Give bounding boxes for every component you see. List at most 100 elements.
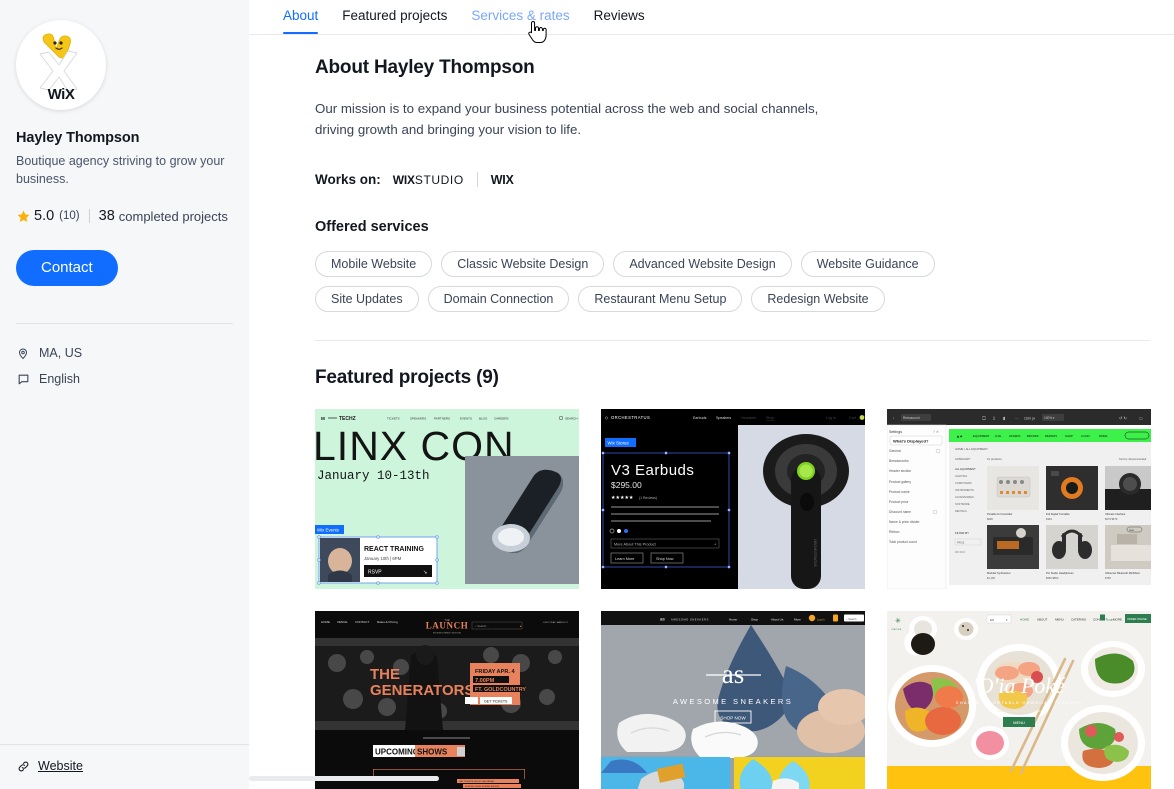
svg-text:↺ ↻: ↺ ↻ bbox=[1119, 416, 1127, 421]
svg-text:HOME: HOME bbox=[321, 620, 330, 624]
svg-text:Ribbon: Ribbon bbox=[889, 530, 900, 534]
svg-text:RENTALS: RENTALS bbox=[955, 509, 967, 513]
svg-text:LAUNCH: LAUNCH bbox=[426, 621, 469, 631]
project-card-editor-store[interactable]: ‹ Retrosound 🖵 ▯ ▮ — 1160 px 100% ▾ ↺ ↻ … bbox=[887, 409, 1151, 590]
svg-text:SPEAKERS: SPEAKERS bbox=[410, 417, 426, 421]
svg-text:Headsets: Headsets bbox=[741, 416, 756, 420]
svg-text:LOGIN: LOGIN bbox=[1081, 434, 1090, 438]
website-link[interactable]: Website bbox=[16, 759, 233, 773]
svg-text:$295.00: $295.00 bbox=[611, 480, 642, 490]
svg-text:'O'ia Poké: 'O'ia Poké bbox=[973, 673, 1066, 698]
svg-text:⌕ Search...: ⌕ Search... bbox=[475, 624, 489, 628]
svg-text:Total product count: Total product count bbox=[889, 540, 917, 544]
svg-text:AWESOME SNEAKERS: AWESOME SNEAKERS bbox=[671, 618, 709, 622]
svg-text:$349: $349 bbox=[1046, 517, 1052, 521]
service-chip[interactable]: Classic Website Design bbox=[441, 251, 605, 278]
service-chip[interactable]: Domain Connection bbox=[427, 286, 570, 313]
svg-text:BOOKING VENUE / BOSTON: BOOKING VENUE / BOSTON bbox=[433, 633, 461, 635]
svg-text:More: More bbox=[794, 618, 801, 622]
featured-projects-grid: M TECHZ TICKETS SPEAKERS PARTNERS EVENTS… bbox=[315, 409, 1151, 789]
svg-text:REACT TRAINING: REACT TRAINING bbox=[364, 546, 424, 553]
project-card-awesome-sneakers[interactable]: as AWESOME SNEAKERS Home Shop About Us M… bbox=[601, 611, 865, 789]
svg-text:FRIDAY APR. 4: FRIDAY APR. 4 bbox=[475, 669, 515, 675]
rating-group: 5.0 (10) bbox=[16, 208, 80, 224]
tab-reviews[interactable]: Reviews bbox=[582, 0, 657, 33]
svg-text:HOME / ALL EQUIPMENT: HOME / ALL EQUIPMENT bbox=[955, 447, 988, 451]
service-chip[interactable]: Advanced Website Design bbox=[613, 251, 792, 278]
project-thumbnail: ◇ ORCHESTRATUS Earbuds Speakers Headsets… bbox=[601, 409, 865, 590]
svg-text:FILTER BY: FILTER BY bbox=[955, 531, 969, 535]
horizontal-scrollbar[interactable] bbox=[249, 776, 439, 781]
svg-text:Discount name: Discount name bbox=[889, 510, 911, 514]
svg-text:EVENTS: EVENTS bbox=[460, 417, 472, 421]
tab-services-rates[interactable]: Services & rates bbox=[459, 0, 581, 33]
svg-text:$690: $690 bbox=[987, 517, 993, 521]
svg-text:SEARCH: SEARCH bbox=[565, 417, 578, 421]
project-card-v3-earbuds[interactable]: ◇ ORCHESTRATUS Earbuds Speakers Headsets… bbox=[601, 409, 865, 590]
svg-text:21 products: 21 products bbox=[987, 457, 1002, 461]
tab-featured-projects[interactable]: Featured projects bbox=[330, 0, 459, 33]
svg-text:INSTRUMENTS: INSTRUMENTS bbox=[955, 488, 974, 492]
svg-text:General: General bbox=[889, 449, 901, 453]
service-chip[interactable]: Site Updates bbox=[315, 286, 419, 313]
svg-text:Shop: Shop bbox=[751, 618, 758, 622]
svg-text:Influencer Bluetooth Mic/Mixer: Influencer Bluetooth Mic/Mixer bbox=[1105, 571, 1140, 575]
svg-text:MORE: MORE bbox=[1099, 434, 1108, 438]
svg-text:M: M bbox=[321, 416, 325, 421]
svg-text:$679 $579: $679 $579 bbox=[1105, 517, 1118, 521]
star-icon bbox=[16, 209, 31, 224]
project-card-oia-poke[interactable]: ✳ 'O'IA POKÉ EN ▾ HOME ABOUT MENU CATERI… bbox=[887, 611, 1151, 789]
sidebar-meta-list: MA, US English bbox=[16, 346, 233, 386]
svg-text:Shop: Shop bbox=[766, 416, 774, 420]
svg-text:ORDER ONLINE: ORDER ONLINE bbox=[1127, 617, 1147, 621]
svg-text:$1,195: $1,195 bbox=[987, 576, 995, 580]
service-chip[interactable]: Redesign Website bbox=[751, 286, 885, 313]
svg-text:CONTACT: CONTACT bbox=[355, 620, 369, 624]
service-chip[interactable]: Website Guidance bbox=[800, 251, 935, 278]
svg-text:Wix Events: Wix Events bbox=[317, 528, 340, 533]
svg-text:Rates & Pricing: Rates & Pricing bbox=[377, 620, 398, 624]
project-card-linx-con[interactable]: M TECHZ TICKETS SPEAKERS PARTNERS EVENTS… bbox=[315, 409, 579, 590]
svg-text:PRICE: PRICE bbox=[957, 542, 965, 545]
svg-text:Pro Studio Headphones: Pro Studio Headphones bbox=[1046, 571, 1074, 575]
svg-text:Fresh bowls made daily in Hono: Fresh bowls made daily in Honolulu bbox=[997, 709, 1042, 713]
svg-text:Settings: Settings bbox=[889, 430, 902, 434]
svg-text:SHOP: SHOP bbox=[1065, 434, 1073, 438]
svg-text:Product name: Product name bbox=[889, 490, 910, 494]
offered-services-title: Offered services bbox=[315, 219, 429, 236]
svg-text:Log In: Log In bbox=[817, 618, 825, 622]
avatar: WiX bbox=[16, 20, 106, 110]
svg-text:MENU: MENU bbox=[1013, 720, 1025, 725]
svg-text:▭: ▭ bbox=[1139, 416, 1143, 421]
svg-text:Ultimate Interface: Ultimate Interface bbox=[1105, 512, 1126, 516]
service-chip[interactable]: Restaurant Menu Setup bbox=[578, 286, 743, 313]
project-card-the-launch[interactable]: HOME VENUE CONTACT Rates & Pricing THE L… bbox=[315, 611, 579, 789]
svg-text:What's Displayed?: What's Displayed? bbox=[893, 439, 929, 444]
stat-divider bbox=[88, 209, 90, 224]
svg-text:UPCOMING: UPCOMING bbox=[375, 748, 419, 757]
svg-text:REPAIRS: REPAIRS bbox=[1045, 434, 1057, 438]
svg-text:January 10th | 6PM: January 10th | 6PM bbox=[364, 556, 402, 561]
sidebar-divider bbox=[16, 323, 233, 325]
wix-studio-bold: WIX bbox=[392, 172, 415, 187]
rating-count: (10) bbox=[59, 210, 80, 223]
svg-text:as: as bbox=[660, 617, 666, 622]
profile-tagline: Boutique agency striving to grow your bu… bbox=[16, 154, 225, 187]
svg-text:Learn More: Learn More bbox=[615, 557, 634, 561]
svg-text:Modular Synthesizer: Modular Synthesizer bbox=[987, 571, 1011, 575]
svg-text:↘: ↘ bbox=[423, 570, 427, 576]
svg-text:AWESOME SNEAKERS: AWESOME SNEAKERS bbox=[673, 697, 793, 706]
wix-studio-light: STUDIO bbox=[414, 172, 464, 187]
svg-text:FT. GOLDCOUNTRY: FT. GOLDCOUNTRY bbox=[475, 687, 526, 693]
service-chip[interactable]: Mobile Website bbox=[315, 251, 433, 278]
svg-text:SOFTWARE: SOFTWARE bbox=[955, 502, 970, 506]
contact-button[interactable]: Contact bbox=[16, 250, 118, 287]
svg-text:Speakers: Speakers bbox=[716, 416, 731, 420]
svg-text:GET TICKETS. BOOK THE VENUE.: GET TICKETS. BOOK THE VENUE. bbox=[459, 781, 495, 783]
tab-about[interactable]: About bbox=[271, 0, 330, 34]
profile-stats: 5.0 (10) 38 completed projects bbox=[16, 208, 233, 224]
svg-text:About Us: About Us bbox=[771, 618, 784, 622]
profile-sidebar: WiX Hayley Thompson Boutique agency stri… bbox=[0, 0, 249, 789]
svg-text:MENU: MENU bbox=[1055, 618, 1064, 622]
svg-text:$950 $850: $950 $850 bbox=[1046, 576, 1059, 580]
